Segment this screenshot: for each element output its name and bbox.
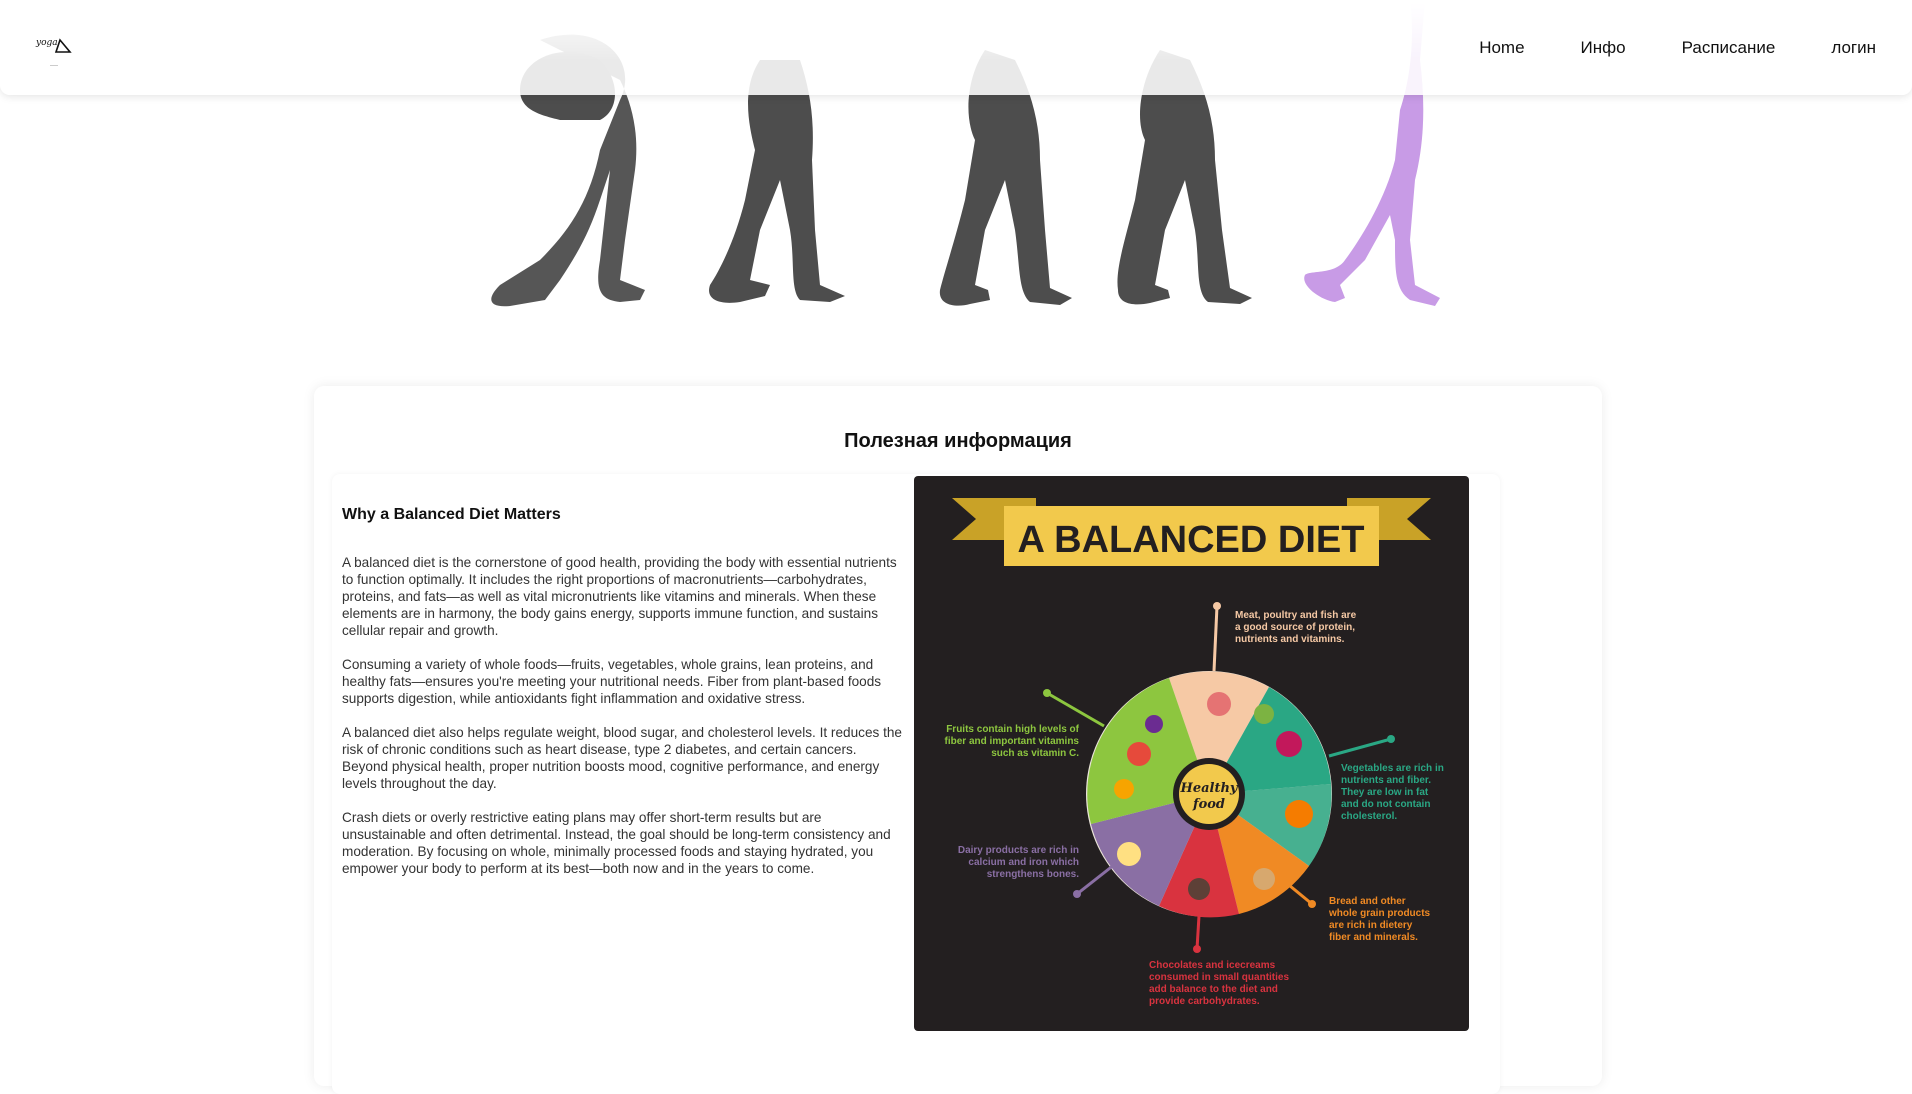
label-line: nutrients and fiber.	[1341, 775, 1431, 786]
label-line: consumed in small quantities	[1149, 972, 1289, 983]
nav-schedule-link[interactable]: Расписание	[1682, 38, 1776, 58]
section-title: Полезная информация	[844, 430, 1072, 452]
label-line: Fruits contain high levels of	[946, 724, 1079, 735]
balanced-diet-infographic: A BALANCED DIET Healthy food Meat, poult…	[914, 476, 1469, 1031]
label-line: Bread and other	[1329, 896, 1406, 907]
logo[interactable]: yoga	[36, 36, 72, 66]
infographic-graphic: A BALANCED DIET Healthy food Meat, poult…	[945, 498, 1444, 1007]
wheel-center-line1: Healthy	[1180, 781, 1239, 796]
label-line: a good source of protein,	[1235, 622, 1355, 633]
label-dairy: Dairy products are rich in calcium and i…	[958, 845, 1079, 880]
label-line: Meat, poultry and fish are	[1235, 610, 1357, 621]
food-wheel: Healthy food	[1086, 671, 1332, 918]
article-paragraph: A balanced diet is the cornerstone of go…	[342, 555, 897, 638]
label-line: calcium and iron which	[968, 857, 1079, 868]
label-line: provide carbohydrates.	[1149, 996, 1260, 1007]
nav-info-link[interactable]: Инфо	[1581, 38, 1626, 58]
label-line: They are low in fat	[1341, 787, 1429, 798]
info-card: Полезная информация Why a Balanced Diet …	[314, 386, 1602, 1094]
article-paragraph: Crash diets or overly restrictive eating…	[342, 810, 891, 876]
label-meat: Meat, poultry and fish are a good source…	[1235, 610, 1357, 645]
label-line: add balance to the diet and	[1149, 984, 1278, 995]
infographic-title: A BALANCED DIET	[1018, 519, 1365, 561]
label-line: strengthens bones.	[987, 869, 1079, 880]
silhouette-figure-2	[709, 60, 845, 303]
site-header: yoga Home Инфо Расписание логин	[0, 0, 1912, 95]
label-line: are rich in dietery	[1329, 920, 1413, 931]
label-line: nutrients and vitamins.	[1235, 634, 1345, 645]
label-sweets: Chocolates and icecreams consumed in sma…	[1149, 960, 1289, 1007]
label-bread: Bread and other whole grain products are…	[1328, 896, 1431, 943]
label-line: Dairy products are rich in	[958, 845, 1079, 856]
label-line: fiber and minerals.	[1329, 932, 1418, 943]
nav-login-link[interactable]: логин	[1831, 38, 1876, 58]
main-nav: Home Инфо Расписание логин	[1479, 0, 1876, 95]
label-vegetables: Vegetables are rich in nutrients and fib…	[1341, 763, 1444, 822]
article: Why a Balanced Diet Matters A balanced d…	[342, 506, 902, 894]
wheel-center-line2: food	[1192, 797, 1225, 812]
article-paragraph: A balanced diet also helps regulate weig…	[342, 725, 902, 791]
nav-home-link[interactable]: Home	[1479, 38, 1524, 58]
article-title: Why a Balanced Diet Matters	[342, 506, 561, 523]
label-line: cholesterol.	[1341, 811, 1397, 822]
label-line: such as vitamin C.	[991, 748, 1079, 759]
article-paragraph: Consuming a variety of whole foods—fruit…	[342, 657, 882, 706]
label-line: fiber and important vitamins	[945, 736, 1080, 747]
label-line: and do not contain	[1341, 799, 1430, 810]
label-line: Vegetables are rich in	[1341, 763, 1444, 774]
label-line: Chocolates and icecreams	[1149, 960, 1276, 971]
label-fruits: Fruits contain high levels of fiber and …	[945, 724, 1080, 759]
logo-mark-icon	[50, 38, 72, 66]
label-line: whole grain products	[1328, 908, 1431, 919]
